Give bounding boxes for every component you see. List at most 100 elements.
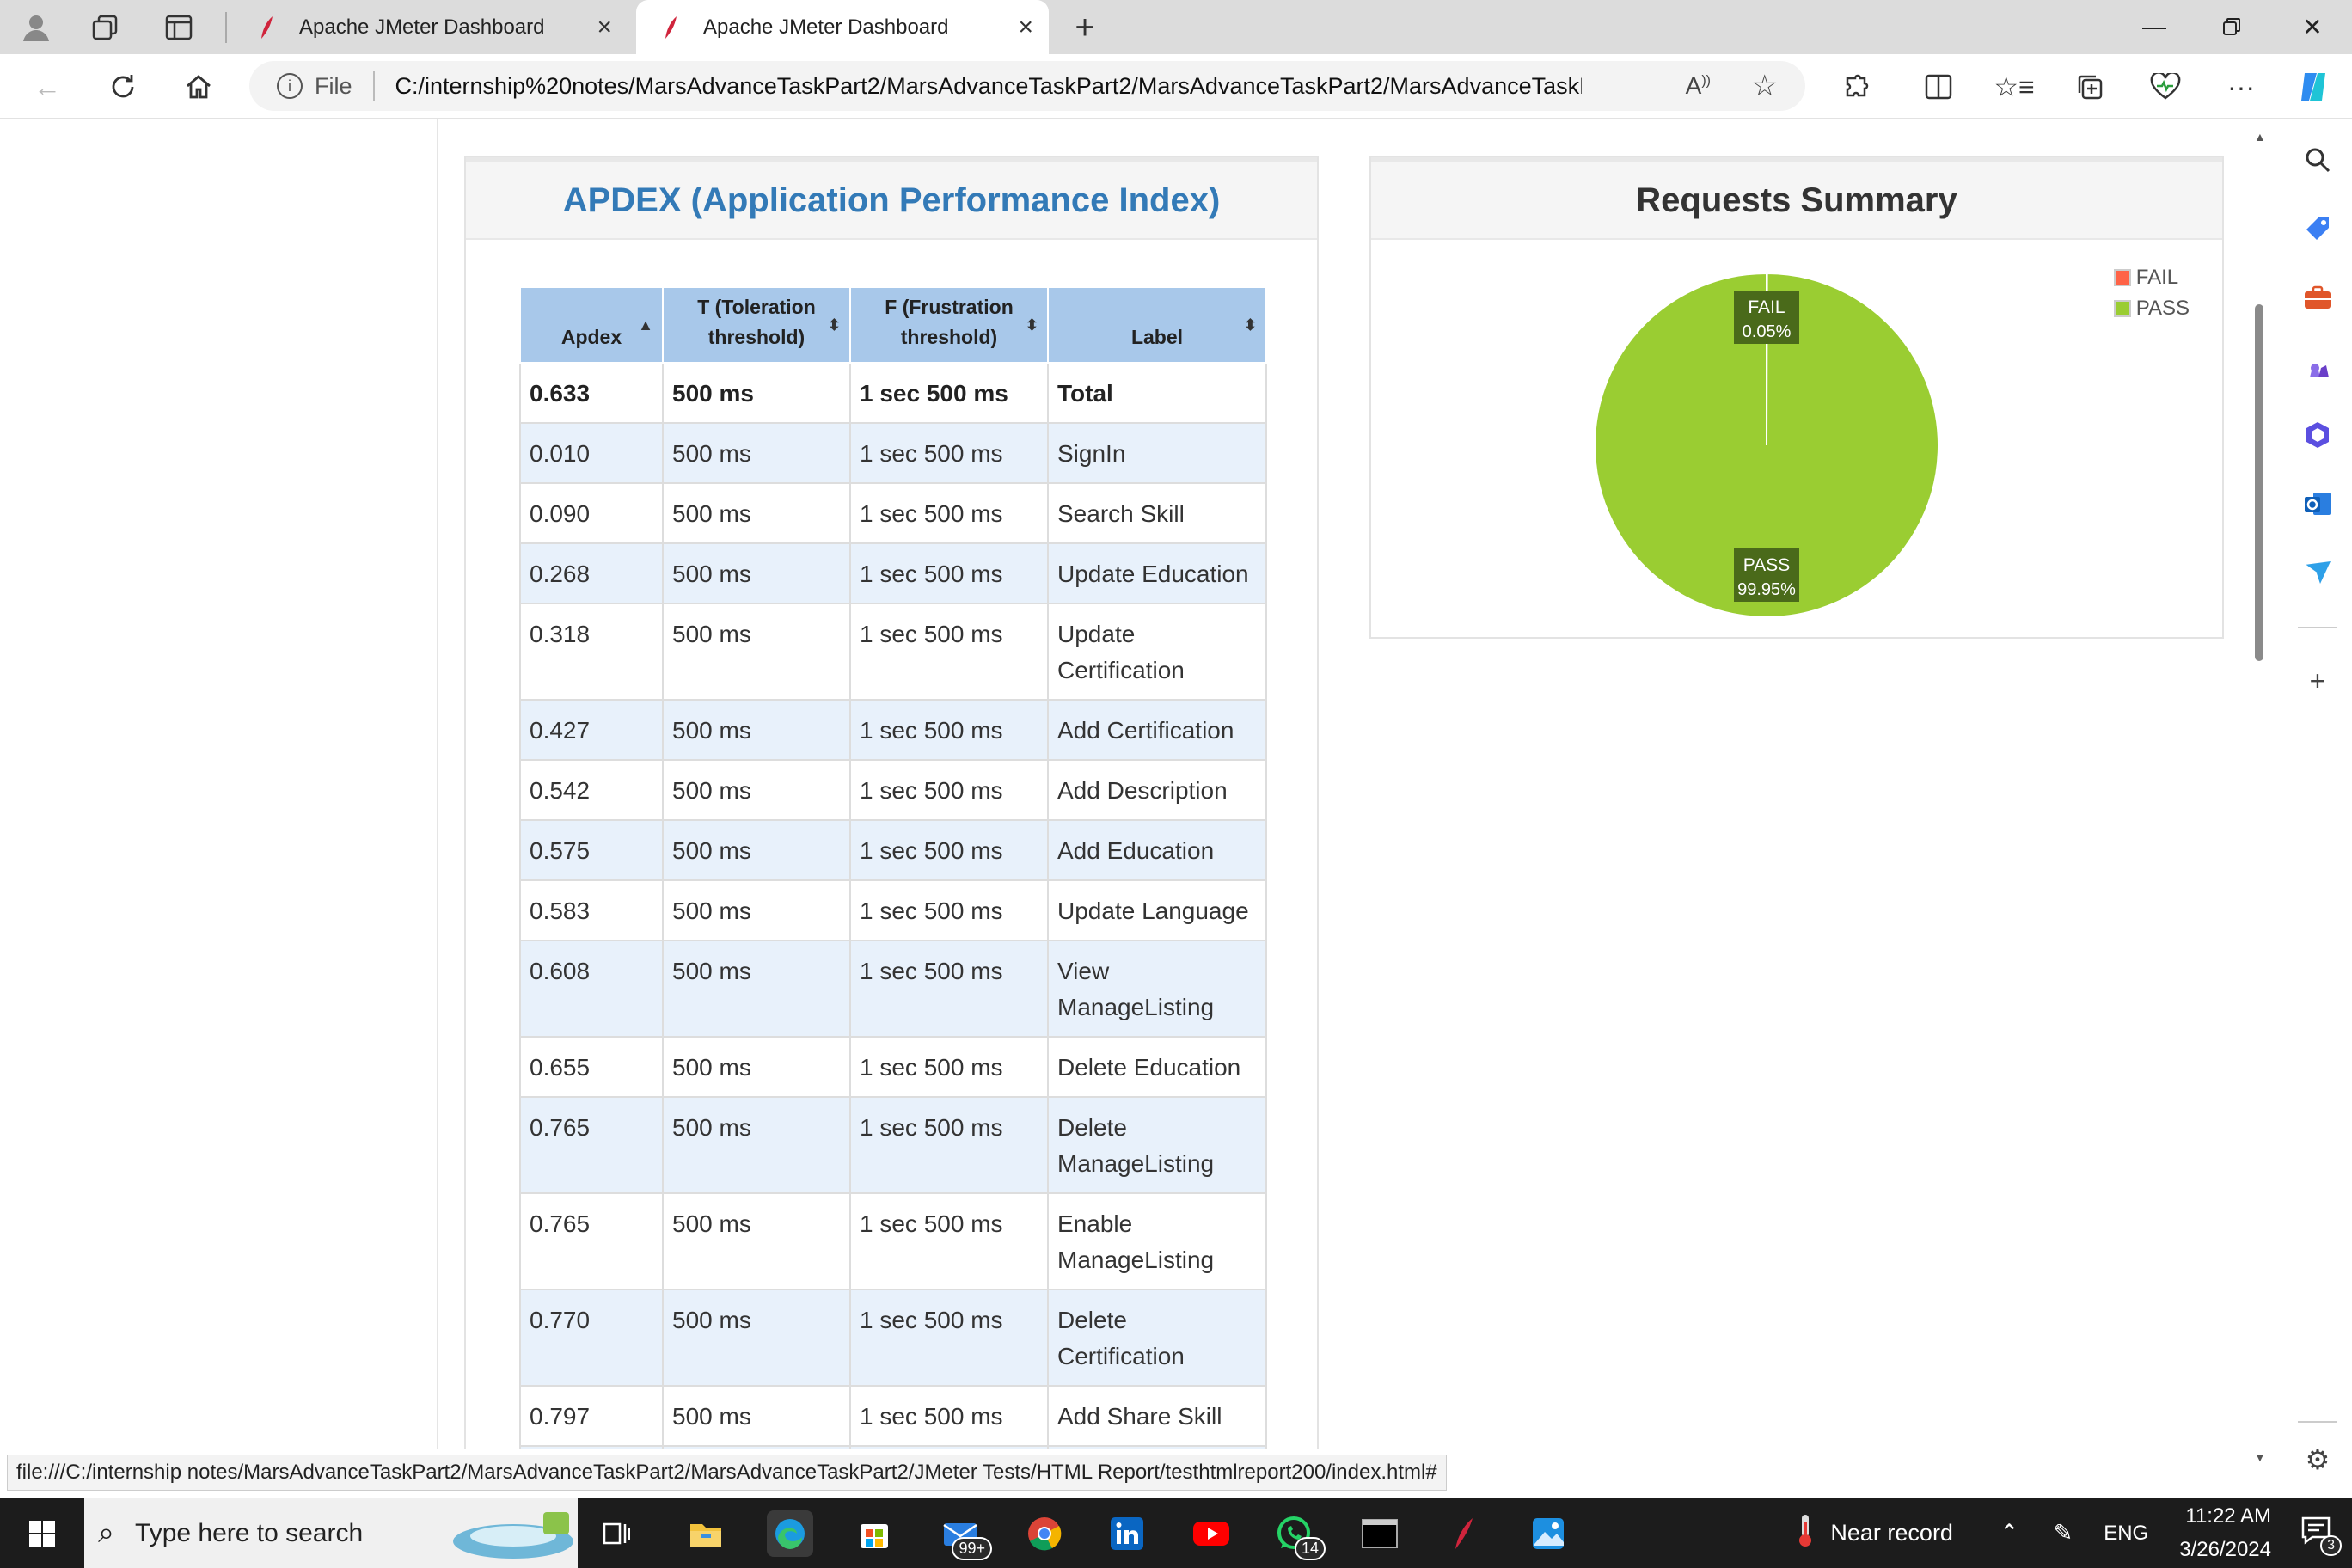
photos-icon[interactable]: [1525, 1510, 1571, 1557]
jmeter-feather-icon: [258, 15, 277, 40]
weather-text[interactable]: Near record: [1830, 1520, 1953, 1547]
pie-label-percent: 99.95%: [1737, 580, 1796, 599]
address-bar[interactable]: i File C:/internship%20notes/MarsAdvance…: [249, 61, 1805, 111]
favorite-star-icon[interactable]: ☆: [1752, 69, 1778, 103]
send-icon[interactable]: [2298, 553, 2337, 592]
refresh-icon[interactable]: [101, 65, 144, 108]
more-options-icon[interactable]: ···: [2220, 65, 2263, 108]
workspaces-icon[interactable]: [86, 9, 124, 46]
tools-briefcase-icon[interactable]: [2298, 278, 2337, 317]
browser-essentials-icon[interactable]: [2144, 65, 2187, 108]
vertical-tabs-icon[interactable]: [160, 9, 198, 46]
column-header-f[interactable]: F (Frustration threshold) ⬍: [849, 286, 1049, 364]
vertical-scrollbar[interactable]: ▲ ▼: [2252, 119, 2266, 1464]
sidebar-divider: [2298, 1421, 2337, 1423]
cell-f: 1 sec 500 ms: [849, 1192, 1049, 1290]
sort-icon: ⬍: [1025, 316, 1038, 334]
microsoft-365-icon[interactable]: [2298, 415, 2337, 455]
cell-apdex: 0.318: [519, 603, 664, 701]
minimize-icon[interactable]: —: [2128, 5, 2180, 48]
tab-jmeter-dashboard-1[interactable]: Apache JMeter Dashboard ×: [232, 0, 628, 54]
table-row: 0.608 500 ms 1 sec 500 ms View ManageListin…: [519, 940, 1267, 1038]
outlook-icon[interactable]: [2298, 484, 2337, 524]
column-header-label[interactable]: Label ⬍: [1047, 286, 1267, 364]
back-icon[interactable]: ←: [26, 65, 69, 108]
cell-t: 500 ms: [662, 1192, 851, 1290]
close-tab-icon[interactable]: ×: [1018, 13, 1033, 42]
cell-t: 500 ms: [662, 940, 851, 1038]
taskbar-search-box[interactable]: ⌕ Type here to search: [84, 1498, 578, 1568]
copilot-icon[interactable]: [2292, 65, 2335, 108]
requests-summary-panel: Requests Summary FAIL 0.05% PASS 99.95% FAI…: [1369, 156, 2224, 639]
mail-icon[interactable]: 99+: [937, 1510, 992, 1560]
cell-f: 1 sec 500 ms: [849, 1385, 1049, 1447]
language-indicator[interactable]: ENG: [2104, 1522, 2148, 1546]
tab-jmeter-dashboard-2[interactable]: Apache JMeter Dashboard ×: [636, 0, 1049, 54]
add-icon[interactable]: +: [2298, 661, 2337, 701]
close-tab-icon[interactable]: ×: [597, 13, 612, 42]
cell-f: 1 sec 500 ms: [849, 1289, 1049, 1387]
scroll-up-icon[interactable]: ▲: [2254, 130, 2266, 144]
table-row: 0.765 500 ms 1 sec 500 ms Delete ManageList…: [519, 1096, 1267, 1194]
favorites-icon[interactable]: ☆≡: [1993, 65, 2036, 108]
new-tab-icon[interactable]: +: [1066, 9, 1104, 46]
extensions-icon[interactable]: [1834, 65, 1877, 108]
settings-gear-icon[interactable]: ⚙: [2298, 1440, 2337, 1479]
notification-center-icon[interactable]: 3: [2300, 1516, 2342, 1556]
whatsapp-badge: 14: [1294, 1537, 1326, 1560]
clock[interactable]: 11:22 AM 3/26/2024: [2179, 1500, 2271, 1566]
restore-icon[interactable]: [2206, 5, 2257, 48]
linkedin-icon[interactable]: [1104, 1510, 1150, 1557]
cell-apdex: 0.608: [519, 940, 664, 1038]
task-view-icon[interactable]: [593, 1510, 640, 1557]
home-icon[interactable]: [177, 65, 220, 108]
chrome-icon[interactable]: [1021, 1510, 1068, 1557]
cell-label: Delete ManageListing: [1047, 1096, 1267, 1194]
jmeter-icon[interactable]: [1441, 1510, 1487, 1557]
file-explorer-icon[interactable]: [683, 1510, 729, 1557]
youtube-icon[interactable]: [1188, 1510, 1234, 1557]
pen-icon[interactable]: ✎: [2054, 1520, 2073, 1547]
terminal-icon[interactable]: [1357, 1510, 1403, 1557]
header-label: F (Frustration threshold): [885, 296, 1014, 348]
table-row: 0.583 500 ms 1 sec 500 ms Update Language: [519, 879, 1267, 941]
table-row: 0.770 500 ms 1 sec 500 ms Delete Certificat…: [519, 1289, 1267, 1387]
system-tray: Near record ⌃ ✎ ENG 11:22 AM 3/26/2024 3: [1796, 1498, 2352, 1568]
scroll-down-icon[interactable]: ▼: [2254, 1450, 2266, 1464]
legend-item-fail[interactable]: FAIL: [2113, 266, 2190, 290]
split-screen-icon[interactable]: [1917, 65, 1960, 108]
cell-t: 500 ms: [662, 819, 851, 881]
cell-f: 1 sec 500 ms: [849, 422, 1049, 484]
legend-item-pass[interactable]: PASS: [2113, 297, 2190, 321]
cell-f: 1 sec 500 ms: [849, 879, 1049, 941]
search-icon[interactable]: [2298, 140, 2337, 180]
search-icon: ⌕: [98, 1516, 115, 1549]
collections-icon[interactable]: [2068, 65, 2111, 108]
chart-legend: FAIL PASS: [2113, 266, 2190, 328]
edge-browser-icon[interactable]: [767, 1510, 813, 1557]
url-text[interactable]: C:/internship%20notes/MarsAdvanceTaskPar…: [395, 73, 1582, 100]
clock-date: 3/26/2024: [2179, 1537, 2271, 1561]
column-header-apdex[interactable]: Apdex ▲: [519, 286, 664, 364]
read-aloud-icon[interactable]: A)): [1686, 72, 1711, 100]
cell-t: 500 ms: [662, 362, 851, 424]
close-window-icon[interactable]: ✕: [2287, 5, 2338, 48]
profile-icon[interactable]: [17, 9, 55, 46]
whatsapp-icon[interactable]: 14: [1271, 1510, 1326, 1560]
site-info-icon[interactable]: i: [277, 73, 303, 99]
pie-label-name: FAIL: [1748, 297, 1785, 317]
games-icon[interactable]: [2298, 346, 2337, 386]
thermometer-icon[interactable]: [1796, 1513, 1815, 1553]
show-hidden-icons-icon[interactable]: ⌃: [2000, 1520, 2019, 1547]
microsoft-store-icon[interactable]: [851, 1510, 897, 1557]
cell-apdex: 0.765: [519, 1192, 664, 1290]
apdex-title: APDEX (Application Performance Index): [466, 157, 1317, 240]
cell-t: 500 ms: [662, 482, 851, 544]
shopping-tag-icon[interactable]: [2298, 209, 2337, 248]
scrollbar-thumb[interactable]: [2255, 304, 2263, 661]
windows-start-icon[interactable]: [19, 1510, 65, 1557]
column-header-t[interactable]: T (Toleration threshold) ⬍: [662, 286, 851, 364]
table-row: 0.427 500 ms 1 sec 500 ms Add Certification: [519, 699, 1267, 761]
table-row: 0.318 500 ms 1 sec 500 ms Update Certificat…: [519, 603, 1267, 701]
cell-t: 500 ms: [662, 603, 851, 701]
